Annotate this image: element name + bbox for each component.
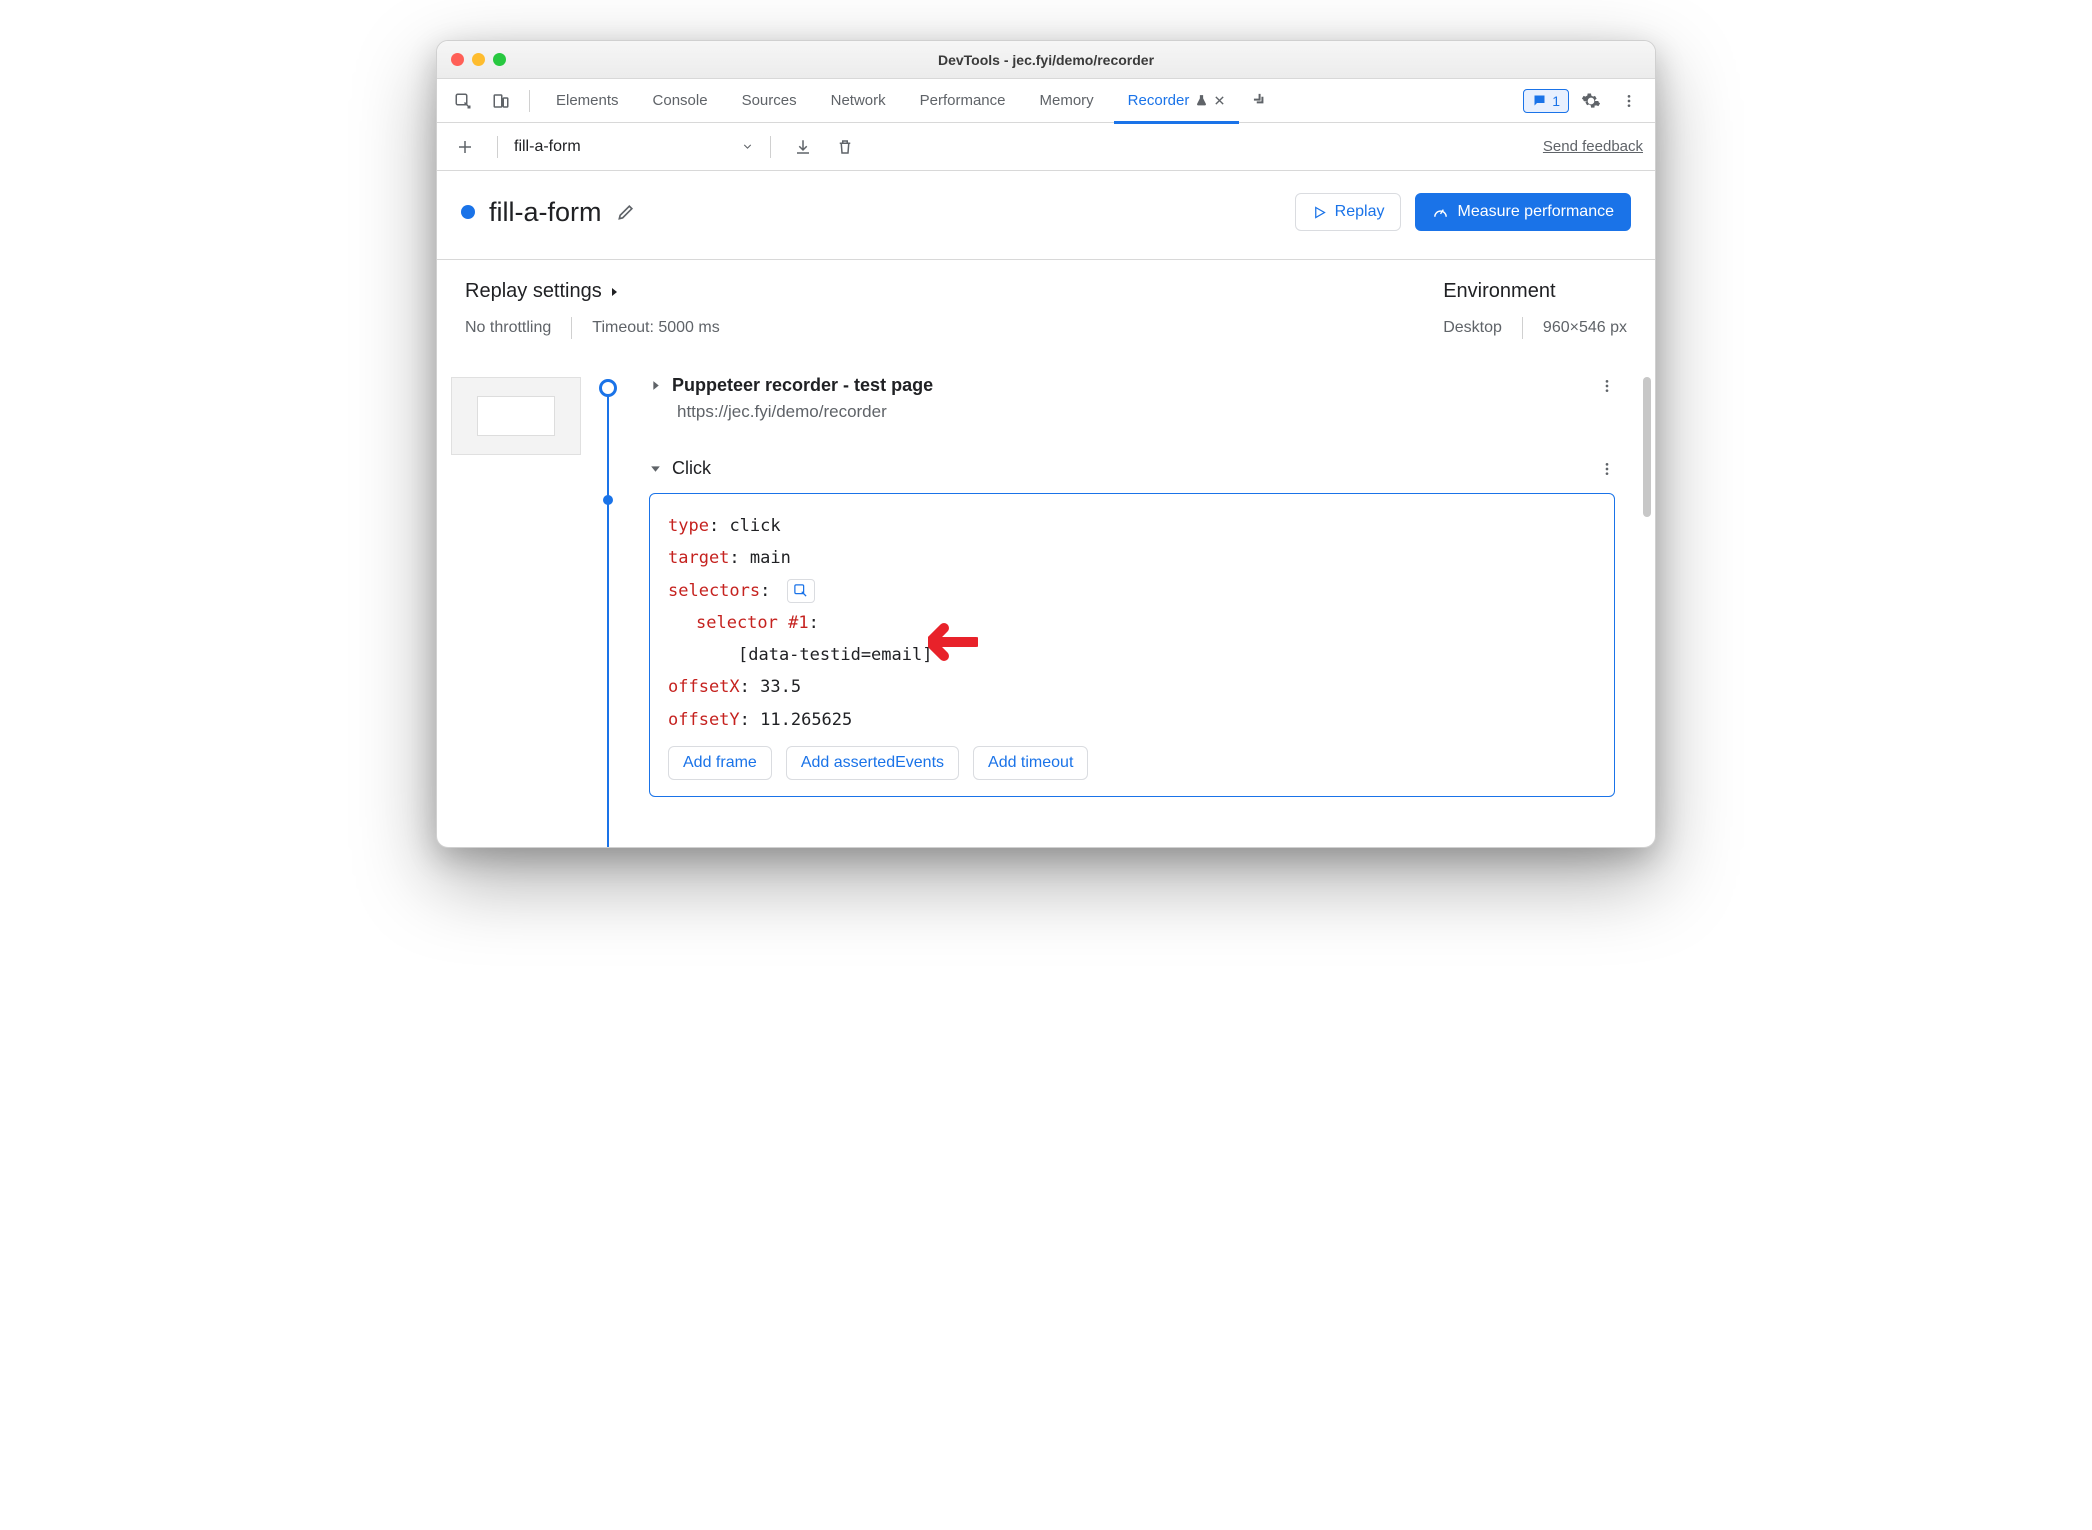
recording-header: fill-a-form Replay Measure performance <box>437 171 1655 260</box>
environment-section: Environment Desktop 960×546 px <box>1443 280 1627 339</box>
step-more-icon[interactable] <box>1599 461 1615 477</box>
export-icon[interactable] <box>787 131 819 163</box>
titlebar: DevTools - jec.fyi/demo/recorder <box>437 41 1655 79</box>
recording-title: fill-a-form <box>489 197 602 228</box>
steps-area: Puppeteer recorder - test page https://j… <box>437 367 1655 847</box>
viewport-size-value: 960×546 px <box>1543 319 1627 337</box>
close-tab-icon[interactable] <box>1214 95 1225 106</box>
throttling-value: No throttling <box>465 319 551 337</box>
separator <box>571 317 572 339</box>
chevron-down-icon <box>741 140 754 153</box>
device-toolbar-icon[interactable] <box>485 85 517 117</box>
scrollbar[interactable] <box>1643 377 1651 517</box>
edit-title-icon[interactable] <box>616 202 636 222</box>
settings-gear-icon[interactable] <box>1575 85 1607 117</box>
selector-value[interactable]: [data-testid=email] <box>738 645 932 665</box>
step-click[interactable]: Click <box>649 450 1615 487</box>
add-frame-button[interactable]: Add frame <box>668 746 772 780</box>
separator <box>529 90 530 112</box>
step-title: Click <box>672 458 711 479</box>
delete-icon[interactable] <box>829 131 861 163</box>
step-more-icon[interactable] <box>1599 378 1615 394</box>
tab-elements[interactable]: Elements <box>542 79 633 123</box>
feedback-icon <box>1532 93 1547 108</box>
chevron-down-icon <box>649 462 662 475</box>
inspect-element-icon[interactable] <box>447 85 479 117</box>
prop-key: target <box>668 548 729 568</box>
play-icon <box>1312 205 1327 220</box>
recording-select[interactable]: fill-a-form <box>514 138 754 156</box>
tab-performance[interactable]: Performance <box>906 79 1020 123</box>
new-recording-icon[interactable] <box>449 131 481 163</box>
annotation-arrow-icon <box>928 620 978 664</box>
selector-label: selector #1 <box>696 613 809 633</box>
maximize-window-icon[interactable] <box>493 53 506 66</box>
select-element-icon[interactable] <box>787 579 815 603</box>
prop-value[interactable]: main <box>750 548 791 568</box>
replay-button[interactable]: Replay <box>1295 193 1402 231</box>
devtools-window: DevTools - jec.fyi/demo/recorder Element… <box>436 40 1656 848</box>
chevron-right-icon <box>649 379 662 392</box>
environment-heading: Environment <box>1443 280 1627 303</box>
separator <box>1522 317 1523 339</box>
prop-key: selectors <box>668 581 760 601</box>
prop-value[interactable]: click <box>729 516 780 536</box>
step-title: Puppeteer recorder - test page <box>672 375 933 396</box>
window-title: DevTools - jec.fyi/demo/recorder <box>437 52 1655 68</box>
prop-key: offsetX <box>668 677 740 697</box>
prop-key: offsetY <box>668 710 740 730</box>
timeline-start-marker <box>599 379 617 397</box>
issues-badge[interactable]: 1 <box>1523 89 1569 113</box>
step-details: type: click target: main selectors: sele… <box>649 493 1615 797</box>
prop-value[interactable]: 11.265625 <box>760 710 852 730</box>
chevron-right-icon <box>608 286 620 298</box>
separator <box>770 136 771 158</box>
timeline <box>589 367 649 847</box>
more-tabs-icon[interactable] <box>1245 85 1277 117</box>
step-navigate[interactable]: Puppeteer recorder - test page <box>649 367 1615 404</box>
devtools-tabstrip: Elements Console Sources Network Perform… <box>437 79 1655 123</box>
steps-list: Puppeteer recorder - test page https://j… <box>649 367 1643 847</box>
settings-row: Replay settings No throttling Timeout: 5… <box>437 260 1655 367</box>
tab-console[interactable]: Console <box>639 79 722 123</box>
replay-settings-section: Replay settings No throttling Timeout: 5… <box>465 280 720 339</box>
kebab-menu-icon[interactable] <box>1613 85 1645 117</box>
screenshot-thumbnail[interactable] <box>451 377 581 455</box>
prop-value[interactable]: 33.5 <box>760 677 801 697</box>
timeline-step-marker <box>603 495 613 505</box>
measure-performance-button[interactable]: Measure performance <box>1415 193 1631 231</box>
step-url: https://jec.fyi/demo/recorder <box>677 402 1615 422</box>
recording-status-dot <box>461 205 475 219</box>
separator <box>497 136 498 158</box>
flask-icon <box>1195 94 1208 107</box>
device-value: Desktop <box>1443 319 1502 337</box>
tab-sources[interactable]: Sources <box>728 79 811 123</box>
tab-memory[interactable]: Memory <box>1026 79 1108 123</box>
gauge-icon <box>1432 204 1449 221</box>
send-feedback-link[interactable]: Send feedback <box>1543 138 1643 155</box>
tab-network[interactable]: Network <box>817 79 900 123</box>
add-timeout-button[interactable]: Add timeout <box>973 746 1088 780</box>
replay-settings-heading[interactable]: Replay settings <box>465 280 720 303</box>
minimize-window-icon[interactable] <box>472 53 485 66</box>
tab-recorder[interactable]: Recorder <box>1114 79 1240 123</box>
recorder-toolbar: fill-a-form Send feedback <box>437 123 1655 171</box>
traffic-lights <box>451 53 506 66</box>
prop-key: type <box>668 516 709 536</box>
add-asserted-events-button[interactable]: Add assertedEvents <box>786 746 959 780</box>
close-window-icon[interactable] <box>451 53 464 66</box>
timeout-value: Timeout: 5000 ms <box>592 319 719 337</box>
